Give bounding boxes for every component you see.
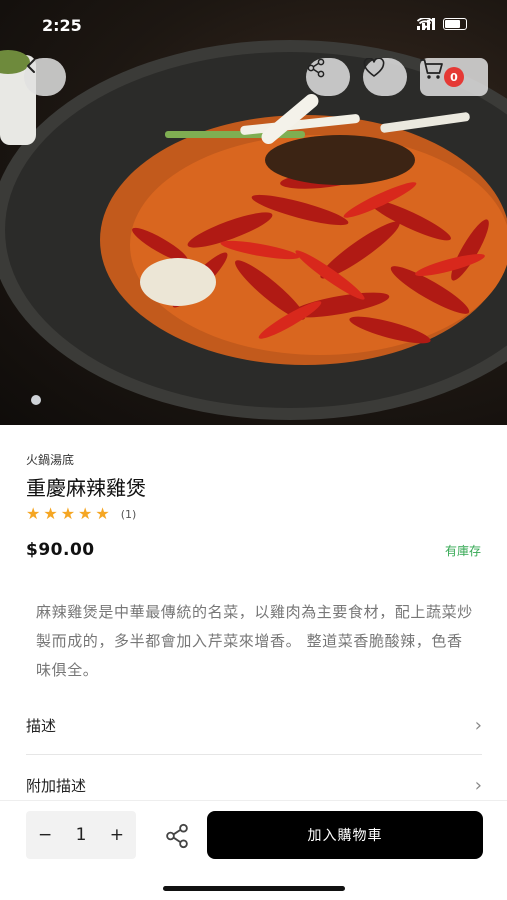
decrease-quantity-button[interactable]: − bbox=[38, 825, 52, 845]
back-icon bbox=[27, 59, 35, 73]
favorite-button[interactable] bbox=[363, 58, 407, 96]
status-bar: 2:25 bbox=[0, 0, 507, 48]
add-to-cart-button[interactable]: 加入購物車 bbox=[207, 811, 483, 859]
carousel-indicator[interactable] bbox=[31, 395, 41, 405]
back-button[interactable] bbox=[24, 58, 66, 96]
chevron-right-icon: › bbox=[474, 774, 482, 796]
bottom-action-bar: − 1 + 加入購物車 bbox=[0, 800, 507, 900]
quantity-value: 1 bbox=[75, 825, 87, 845]
wifi-icon bbox=[417, 18, 433, 29]
battery-icon bbox=[443, 18, 467, 30]
description-row-label: 描述 bbox=[26, 717, 57, 735]
product-image[interactable]: 2:25 0 bbox=[0, 0, 507, 425]
status-time: 2:25 bbox=[42, 16, 82, 35]
rating-count: (1) bbox=[120, 507, 137, 521]
additional-description-row-label: 附加描述 bbox=[26, 776, 87, 795]
product-category: 火鍋湯底 bbox=[26, 453, 75, 467]
share-icon[interactable] bbox=[164, 823, 190, 849]
description-row[interactable]: 描述 › bbox=[26, 697, 482, 755]
star-icon: ★ bbox=[43, 504, 58, 523]
cart-count-badge: 0 bbox=[444, 67, 464, 87]
star-icon: ★ bbox=[78, 504, 93, 523]
cart-button[interactable]: 0 bbox=[420, 58, 488, 96]
status-icons bbox=[417, 18, 467, 30]
stock-status: 有庫存 bbox=[444, 544, 481, 558]
share-icon bbox=[307, 58, 325, 78]
star-icon: ★ bbox=[60, 504, 76, 523]
chevron-right-icon: › bbox=[474, 715, 482, 736]
product-rating[interactable]: ★ ★ ★ ★ ★ (1) bbox=[26, 506, 136, 522]
increase-quantity-button[interactable]: + bbox=[110, 825, 124, 845]
product-title: 重慶麻辣雞煲 bbox=[26, 476, 146, 500]
heart-icon bbox=[363, 58, 385, 77]
product-detail-screen: 2:25 0 火鍋湯底 重慶麻辣雞煲 ★ ★ ★ ★ ★ (1) $90.00 … bbox=[0, 0, 507, 900]
product-description: 麻辣雞煲是中華最傳統的名菜，以雞肉為主要食材，配上蔬菜炒製而成的，多半都會加入芹… bbox=[36, 603, 473, 679]
star-icon: ★ bbox=[26, 504, 41, 523]
cart-icon bbox=[420, 59, 443, 79]
quantity-stepper: − 1 + bbox=[26, 811, 136, 859]
product-price: $90.00 bbox=[26, 540, 95, 560]
star-icon: ★ bbox=[95, 504, 110, 523]
share-button[interactable] bbox=[306, 58, 350, 96]
home-indicator[interactable] bbox=[163, 886, 345, 891]
